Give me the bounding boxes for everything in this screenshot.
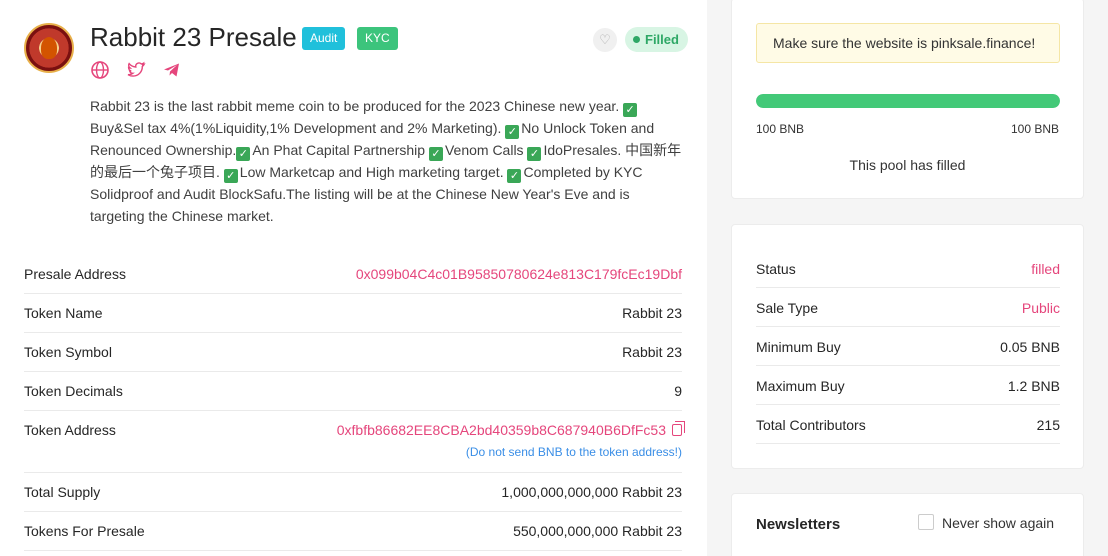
table-row: Total Supply 1,000,000,000,000 Rabbit 23	[24, 473, 682, 512]
row-value: 215	[1036, 417, 1060, 433]
row-value: Public	[1021, 300, 1060, 316]
pool-status-text: This pool has filled	[849, 157, 966, 173]
table-row: Presale Address 0x099b04C4c01B9585078062…	[24, 255, 682, 294]
globe-icon[interactable]	[90, 60, 110, 80]
status-badge: Filled	[625, 27, 688, 52]
row-label: Total Contributors	[756, 417, 866, 433]
website-notice: Make sure the website is pinksale.financ…	[756, 23, 1060, 63]
row-label: Token Address	[24, 422, 116, 438]
table-row: Token Name Rabbit 23	[24, 294, 682, 333]
row-value: 1.2 BNB	[1007, 378, 1060, 394]
presale-address-link[interactable]: 0x099b04C4c01B95850780624e813C179fcEc19D…	[356, 266, 682, 282]
row-label: Sale Type	[756, 300, 819, 316]
token-address-warning: (Do not send BNB to the token address!)	[465, 445, 682, 459]
row-value: filled	[1031, 261, 1060, 277]
progress-bar	[756, 94, 1060, 108]
row-label: Tokens For Presale	[24, 523, 145, 539]
row-label: Total Supply	[24, 484, 101, 500]
row-value: Rabbit 23	[622, 305, 682, 321]
checkmark-icon: ✓	[527, 147, 542, 161]
page-title: Rabbit 23 Presale	[90, 22, 297, 52]
progress-fill	[756, 94, 1060, 108]
kyc-badge[interactable]: KYC	[357, 27, 398, 50]
table-row: Token Symbol Rabbit 23	[24, 333, 682, 372]
checkmark-icon: ✓	[223, 169, 238, 183]
row-label: Token Name	[24, 305, 103, 321]
telegram-icon[interactable]	[162, 60, 182, 80]
row-label: Maximum Buy	[756, 378, 845, 394]
row-label: Presale Address	[24, 266, 126, 282]
checkmark-icon: ✓	[623, 103, 638, 117]
row-label: Status	[756, 261, 796, 277]
status-row: Maximum Buy 1.2 BNB	[756, 366, 1060, 405]
row-label: Token Symbol	[24, 344, 112, 360]
project-logo	[24, 23, 74, 73]
status-row: Minimum Buy 0.05 BNB	[756, 327, 1060, 366]
twitter-icon[interactable]	[126, 60, 146, 80]
table-row: Tokens For Presale 550,000,000,000 Rabbi…	[24, 512, 682, 551]
row-label: Minimum Buy	[756, 339, 841, 355]
row-value: 0.05 BNB	[1000, 339, 1060, 355]
project-description: Rabbit 23 is the last rabbit meme coin t…	[90, 98, 682, 224]
row-label: Token Decimals	[24, 383, 123, 399]
progress-cap: 100 BNB	[1010, 122, 1059, 136]
favorite-heart-icon[interactable]: ♡	[593, 28, 617, 52]
sale-status-card: Status filled Sale Type Public Minimum B…	[731, 224, 1084, 469]
token-info-table: Presale Address 0x099b04C4c01B9585078062…	[24, 255, 685, 551]
sale-progress-card: Make sure the website is pinksale.financ…	[731, 0, 1084, 199]
status-row: Sale Type Public	[756, 288, 1060, 327]
token-address-link[interactable]: 0xfbfb86682EE8CBA2bd40359b8C687940B6DfFc…	[337, 422, 666, 438]
row-value: 1,000,000,000,000 Rabbit 23	[501, 484, 682, 500]
newsletter-title: Newsletters	[756, 516, 841, 533]
progress-raised: 100 BNB	[756, 122, 805, 136]
row-value: Rabbit 23	[622, 344, 682, 360]
checkmark-icon: ✓	[505, 125, 520, 139]
checkmark-icon: ✓	[507, 169, 522, 183]
table-row: Token Address 0xfbfb86682EE8CBA2bd40359b…	[24, 411, 685, 473]
newsletter-card: Newsletters Never show again	[731, 493, 1084, 556]
audit-badge[interactable]: Audit	[302, 27, 346, 50]
row-value: 550,000,000,000 Rabbit 23	[513, 523, 682, 539]
copy-icon[interactable]	[672, 421, 685, 436]
status-row: Total Contributors 215	[756, 405, 1060, 444]
never-show-label[interactable]: Never show again	[942, 515, 1054, 531]
checkmark-icon: ✓	[428, 147, 443, 161]
table-row: Token Decimals 9	[24, 372, 682, 411]
presale-detail-card: Rabbit 23 Presale Audit KYC ♡ Filled Rab…	[0, 0, 707, 556]
checkmark-icon: ✓	[236, 147, 251, 161]
row-value: 9	[674, 383, 682, 399]
status-row: Status filled	[756, 249, 1060, 288]
never-show-checkbox[interactable]	[918, 514, 934, 530]
